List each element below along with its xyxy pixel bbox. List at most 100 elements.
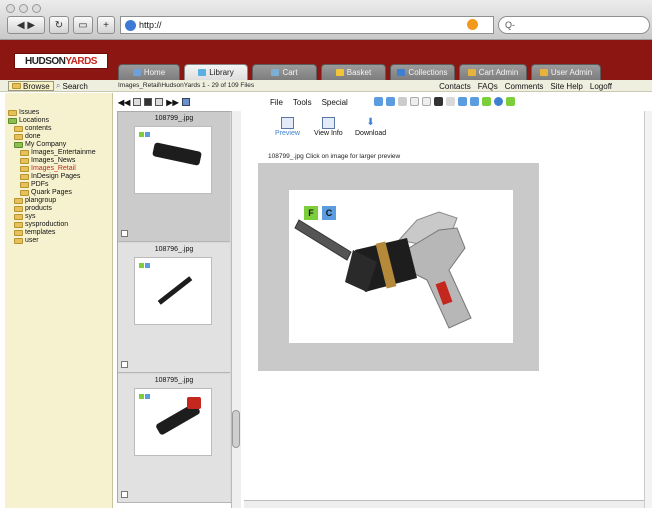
download-button[interactable]: ⬇ Download bbox=[355, 117, 386, 137]
viewer-button-label: Download bbox=[355, 130, 387, 137]
thumbnail-image[interactable] bbox=[134, 257, 212, 325]
menu-special[interactable]: Special bbox=[322, 98, 348, 107]
tab-cart-admin[interactable]: Cart Admin bbox=[459, 64, 527, 80]
browser-search-field[interactable]: Q- bbox=[498, 16, 650, 34]
link-logoff[interactable]: Logoff bbox=[590, 82, 612, 91]
document-icon[interactable] bbox=[410, 97, 419, 106]
save-icon[interactable] bbox=[446, 97, 455, 106]
tree-item-pdfs[interactable]: PDFs bbox=[20, 181, 49, 188]
menu-bar: File Tools Special bbox=[270, 98, 348, 107]
tree-item-user[interactable]: user bbox=[14, 237, 39, 244]
tree-item-done[interactable]: done bbox=[14, 133, 41, 140]
horizontal-scrollbar[interactable] bbox=[244, 500, 644, 508]
last-page-icon[interactable]: ▶▶ bbox=[166, 98, 178, 107]
link-comments[interactable]: Comments bbox=[505, 82, 544, 91]
url-field[interactable]: http:// bbox=[120, 16, 494, 34]
view-mode-2-icon[interactable] bbox=[144, 98, 153, 106]
upload-icon[interactable] bbox=[470, 97, 479, 106]
folder-icon bbox=[20, 165, 29, 172]
add-bookmark-button[interactable]: + bbox=[97, 16, 115, 34]
thumbnail-scrollbar[interactable] bbox=[231, 111, 241, 508]
menu-file[interactable]: File bbox=[270, 98, 283, 107]
delete-icon[interactable] bbox=[434, 97, 443, 106]
thumbnail-filename: 108799_.jpg bbox=[154, 115, 194, 122]
tool-shape bbox=[157, 276, 193, 305]
copy-icon[interactable] bbox=[398, 97, 407, 106]
tree-item-sysproduction[interactable]: sysproduction bbox=[14, 221, 68, 228]
window-minimize-button[interactable] bbox=[19, 4, 28, 13]
tree-item-issues[interactable]: Issues bbox=[8, 109, 39, 116]
tab-home[interactable]: Home bbox=[118, 64, 180, 80]
window-zoom-button[interactable] bbox=[32, 4, 41, 13]
tree-item-plangroup[interactable]: plangroup bbox=[14, 197, 56, 204]
tree-item-label: Images_Entertainme bbox=[31, 149, 96, 156]
link-faqs[interactable]: FAQs bbox=[478, 82, 498, 91]
thumbnail-image[interactable] bbox=[134, 388, 212, 456]
back-arrow-icon[interactable] bbox=[374, 97, 383, 106]
export-icon[interactable] bbox=[506, 97, 515, 106]
menu-tools[interactable]: Tools bbox=[293, 98, 312, 107]
refresh-icon[interactable] bbox=[181, 98, 190, 106]
tab-library[interactable]: Library bbox=[184, 64, 248, 80]
tab-label: User Admin bbox=[550, 68, 593, 77]
rss-icon[interactable] bbox=[467, 19, 478, 30]
first-page-icon[interactable]: ◀◀ bbox=[118, 98, 130, 107]
tree-item-images-entertainme[interactable]: Images_Entertainme bbox=[20, 149, 96, 156]
bookmark-button[interactable]: ▭ bbox=[73, 16, 93, 34]
tree-item-products[interactable]: products bbox=[14, 205, 52, 212]
search-button[interactable]: ⌕ Search bbox=[56, 81, 88, 91]
forward-icon[interactable]: ▶ bbox=[27, 20, 35, 31]
link-site-help[interactable]: Site Help bbox=[550, 82, 582, 91]
tree-item-images-retail[interactable]: Images_Retail bbox=[20, 165, 76, 172]
tab-user-admin[interactable]: User Admin bbox=[531, 64, 601, 80]
folder-icon bbox=[12, 83, 21, 89]
tab-basket[interactable]: Basket bbox=[321, 64, 386, 80]
vertical-scrollbar[interactable] bbox=[644, 111, 652, 508]
tab-collections[interactable]: Collections bbox=[390, 64, 455, 80]
viewer-button-label: View Info bbox=[314, 130, 343, 137]
thumbnail-cell[interactable]: 108795_.jpg bbox=[118, 374, 230, 503]
tree-item-templates[interactable]: templates bbox=[14, 229, 55, 236]
tree-item-label: user bbox=[25, 237, 39, 244]
thumbnail-cell[interactable]: 108799_.jpg bbox=[118, 112, 230, 242]
browse-button[interactable]: Browse bbox=[8, 81, 54, 91]
forward-arrow-icon[interactable] bbox=[386, 97, 395, 106]
tool-shape bbox=[152, 142, 202, 166]
tree-item-locations[interactable]: Locations bbox=[8, 117, 49, 124]
add-icon[interactable] bbox=[482, 97, 491, 106]
thumbnail-scroll-knob[interactable] bbox=[232, 410, 240, 448]
tab-cart[interactable]: Cart bbox=[252, 64, 317, 80]
link-contacts[interactable]: Contacts bbox=[439, 82, 471, 91]
window-close-button[interactable] bbox=[6, 4, 15, 13]
preview-button[interactable]: Preview bbox=[275, 117, 300, 137]
globe-action-icon[interactable] bbox=[494, 97, 503, 106]
brand-logo: HUDSON YARDS bbox=[14, 53, 108, 69]
user-admin-icon bbox=[539, 69, 548, 76]
view-mode-3-icon[interactable] bbox=[155, 98, 164, 106]
back-forward-button[interactable]: ◀ ▶ bbox=[7, 16, 45, 34]
download-icon[interactable] bbox=[458, 97, 467, 106]
new-document-icon[interactable] bbox=[422, 97, 431, 106]
back-icon[interactable]: ◀ bbox=[17, 20, 25, 31]
view-mode-1-icon[interactable] bbox=[133, 98, 142, 106]
browse-label: Browse bbox=[23, 81, 50, 91]
tree-item-images-news[interactable]: Images_News bbox=[20, 157, 75, 164]
tree-item-label: sysproduction bbox=[25, 221, 69, 228]
tree-item-my-company[interactable]: My Company bbox=[14, 141, 66, 148]
thumbnail-filename: 108795_.jpg bbox=[154, 377, 194, 384]
tree-item-indesign-pages[interactable]: InDesign Pages bbox=[20, 173, 80, 180]
thumbnail-checkbox[interactable] bbox=[121, 361, 128, 368]
view-info-button[interactable]: View Info bbox=[314, 117, 343, 137]
folder-icon bbox=[14, 229, 23, 236]
thumbnail-cell[interactable]: 108796_.jpg bbox=[118, 243, 230, 373]
top-links: Contacts FAQs Comments Site Help Logoff bbox=[439, 81, 612, 91]
tree-item-label: My Company bbox=[25, 141, 67, 148]
thumbnail-checkbox[interactable] bbox=[121, 491, 128, 498]
c-badge: C bbox=[322, 206, 336, 220]
thumbnail-checkbox[interactable] bbox=[121, 230, 128, 237]
thumbnail-image[interactable] bbox=[134, 126, 212, 194]
reload-button[interactable]: ↻ bbox=[49, 16, 69, 34]
tree-item-quark-pages[interactable]: Quark Pages bbox=[20, 189, 72, 196]
tree-item-sys[interactable]: sys bbox=[14, 213, 36, 220]
tree-item-contents[interactable]: contents bbox=[14, 125, 51, 132]
